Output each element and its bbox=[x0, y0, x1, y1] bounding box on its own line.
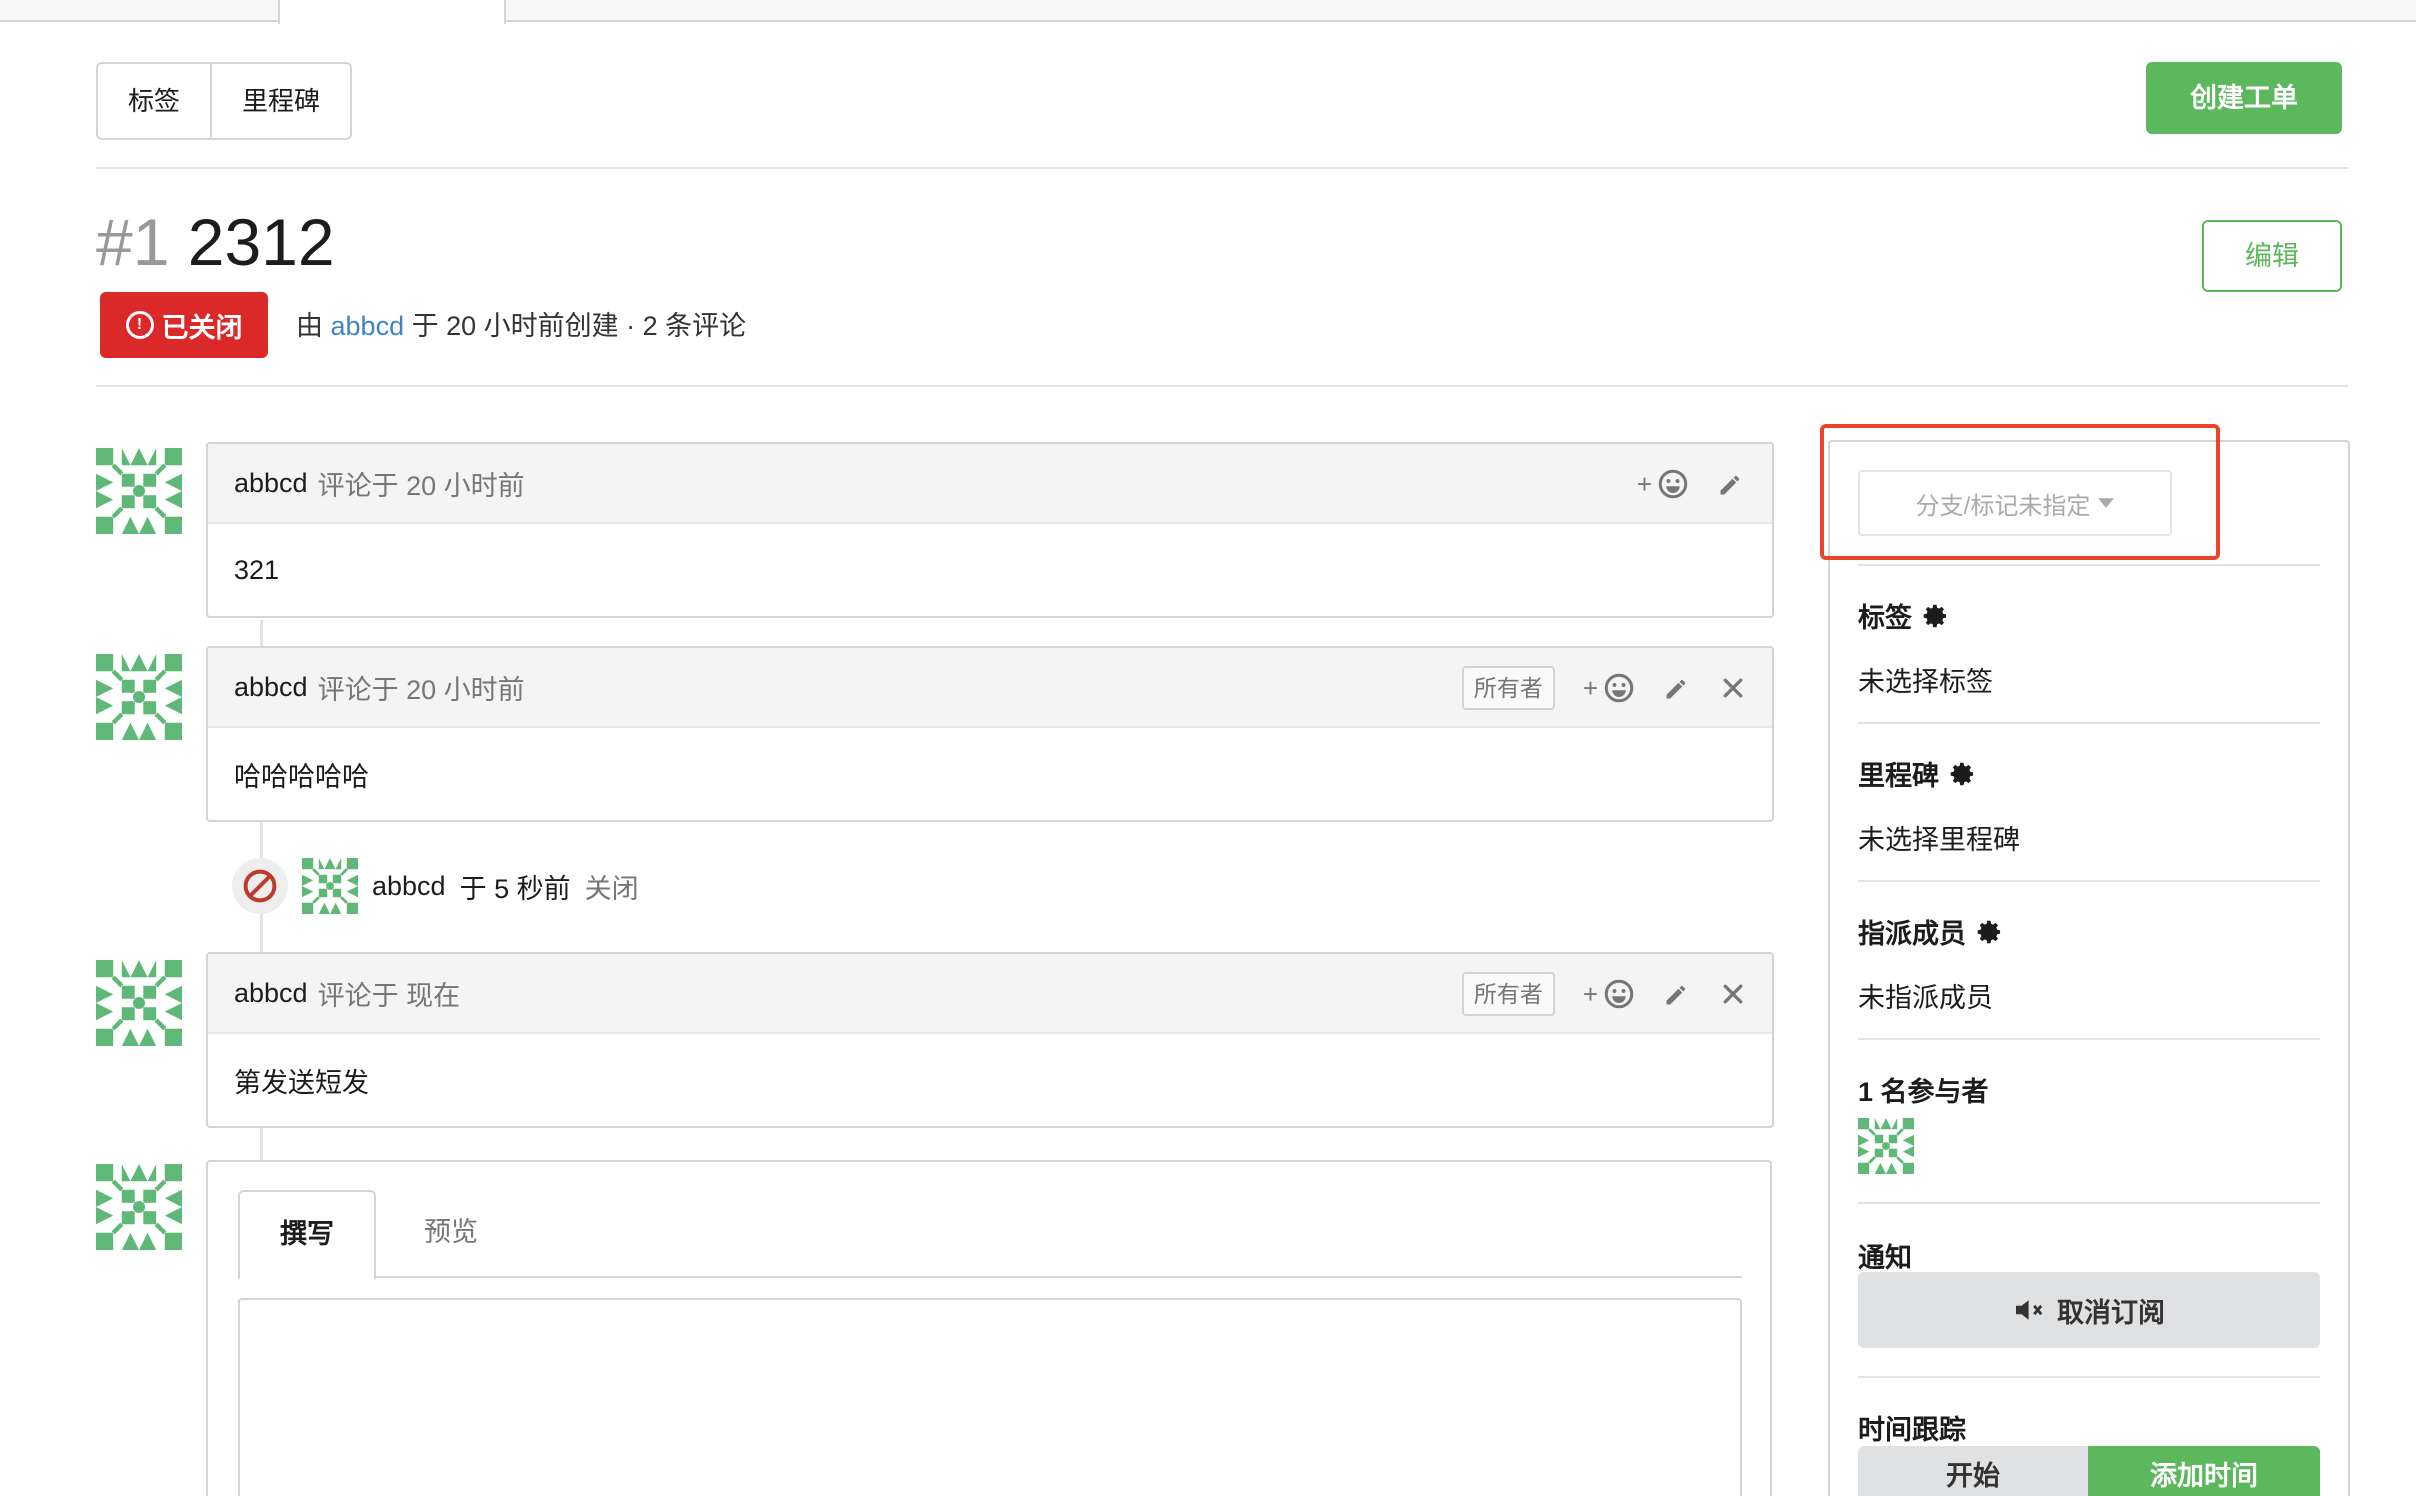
editor-tabs: 撰写 预览 bbox=[238, 1190, 1742, 1280]
tab-preview[interactable]: 预览 bbox=[384, 1190, 518, 1278]
assignees-value: 未指派成员 bbox=[1858, 983, 1993, 1013]
issue-title: #1 2312 bbox=[96, 200, 335, 284]
notify-title: 通知 bbox=[1858, 1243, 1912, 1273]
unsubscribe-button[interactable]: 取消订阅 bbox=[1858, 1272, 2320, 1348]
issue-title-text: 2312 bbox=[187, 205, 335, 279]
milestone-section-title[interactable]: 里程碑 bbox=[1858, 754, 1977, 793]
comment-author[interactable]: abbcd bbox=[234, 468, 308, 499]
divider bbox=[96, 385, 2348, 387]
participant-avatar[interactable] bbox=[1858, 1118, 1914, 1174]
comment-author[interactable]: abbcd bbox=[234, 978, 308, 1009]
meta-suffix: 于 20 小时前创建 · 2 条评论 bbox=[411, 311, 747, 341]
plus-icon: + bbox=[1582, 978, 1598, 1009]
milestone-value: 未选择里程碑 bbox=[1858, 825, 2020, 855]
avatar bbox=[96, 1164, 182, 1250]
labels-title-text: 标签 bbox=[1858, 603, 1912, 633]
author-link[interactable]: abbcd bbox=[331, 311, 405, 341]
divider bbox=[1858, 564, 2320, 566]
comment-editor: 撰写 预览 bbox=[206, 1160, 1772, 1496]
smiley-icon bbox=[1604, 673, 1634, 703]
comment-time: 评论于 20 小时前 bbox=[317, 470, 525, 501]
plus-icon: + bbox=[1636, 468, 1652, 499]
comment-header: abbcd 评论于 现在 所有者 + bbox=[208, 954, 1772, 1034]
milestone-title-text: 里程碑 bbox=[1858, 761, 1939, 791]
close-event: abbcd 于 5 秒前 关闭 bbox=[232, 856, 639, 916]
comment: abbcd 评论于 20 小时前 所有者 + 哈哈哈哈哈 bbox=[206, 646, 1774, 822]
add-time-button[interactable]: 添加时间 bbox=[2088, 1446, 2320, 1496]
labels-value: 未选择标签 bbox=[1858, 667, 1993, 697]
avatar[interactable] bbox=[96, 960, 182, 1046]
status-badge: ! 已关闭 bbox=[100, 292, 268, 358]
participants-title: 1 名参与者 bbox=[1858, 1077, 1989, 1107]
divider bbox=[1858, 722, 2320, 724]
divider bbox=[1858, 880, 2320, 882]
comment-author[interactable]: abbcd bbox=[234, 672, 308, 703]
comment: abbcd 评论于 现在 所有者 + 第发送短发 bbox=[206, 952, 1774, 1128]
comment-body: 321 bbox=[234, 554, 280, 585]
divider bbox=[96, 167, 2348, 169]
add-reaction-button[interactable]: + bbox=[1583, 979, 1634, 1010]
comment-textarea[interactable] bbox=[238, 1298, 1742, 1496]
comment-time: 评论于 20 小时前 bbox=[317, 674, 525, 705]
tab-write[interactable]: 撰写 bbox=[238, 1190, 376, 1280]
owner-badge: 所有者 bbox=[1461, 972, 1555, 1016]
meta-prefix: 由 bbox=[296, 311, 323, 341]
avatar[interactable] bbox=[96, 448, 182, 534]
status-label: 已关闭 bbox=[161, 312, 243, 343]
gear-icon[interactable] bbox=[1922, 602, 1950, 630]
owner-badge: 所有者 bbox=[1461, 666, 1555, 710]
comment-actions: 所有者 + bbox=[1461, 954, 1746, 1034]
top-tab-strip bbox=[0, 0, 2416, 24]
assignees-title-text: 指派成员 bbox=[1858, 919, 1966, 949]
gear-icon[interactable] bbox=[1976, 918, 2004, 946]
unsubscribe-label: 取消订阅 bbox=[2057, 1297, 2165, 1328]
close-icon[interactable] bbox=[1720, 675, 1746, 701]
mute-icon bbox=[2016, 1300, 2043, 1320]
divider bbox=[1858, 1376, 2320, 1378]
filter-button-group: 标签 里程碑 bbox=[96, 62, 353, 140]
pencil-icon[interactable] bbox=[1662, 979, 1692, 1009]
labels-section-title[interactable]: 标签 bbox=[1858, 596, 1950, 635]
comment-header: abbcd 评论于 20 小时前 所有者 + bbox=[208, 648, 1772, 728]
comment-header: abbcd 评论于 20 小时前 + bbox=[208, 444, 1772, 524]
plus-icon: + bbox=[1582, 672, 1598, 703]
divider bbox=[1858, 1038, 2320, 1040]
comment-actions: 所有者 + bbox=[1461, 648, 1746, 728]
time-tracking-title: 时间跟踪 bbox=[1858, 1415, 1966, 1445]
comment: abbcd 评论于 20 小时前 + 321 bbox=[206, 442, 1774, 618]
assignees-section-title[interactable]: 指派成员 bbox=[1858, 912, 2004, 951]
gear-icon[interactable] bbox=[1949, 760, 1977, 788]
event-action: 关闭 bbox=[584, 873, 639, 904]
avatar[interactable] bbox=[96, 654, 182, 740]
comment-time: 评论于 现在 bbox=[317, 980, 461, 1011]
comment-body: 哈哈哈哈哈 bbox=[234, 761, 369, 792]
close-icon[interactable] bbox=[1720, 981, 1746, 1007]
add-reaction-button[interactable]: + bbox=[1637, 469, 1688, 500]
avatar[interactable] bbox=[302, 858, 358, 914]
issue-number: #1 bbox=[96, 205, 170, 279]
comment-body: 第发送短发 bbox=[234, 1067, 369, 1098]
edit-button[interactable]: 编辑 bbox=[2202, 220, 2342, 292]
create-issue-button[interactable]: 创建工单 bbox=[2146, 62, 2342, 134]
start-timer-button[interactable]: 开始 bbox=[1858, 1446, 2088, 1496]
comment-actions: + bbox=[1637, 444, 1746, 524]
event-author[interactable]: abbcd bbox=[372, 871, 446, 902]
labels-button[interactable]: 标签 bbox=[98, 64, 210, 138]
milestones-button[interactable]: 里程碑 bbox=[210, 64, 350, 138]
add-reaction-button[interactable]: + bbox=[1583, 673, 1634, 704]
divider bbox=[1858, 1202, 2320, 1204]
closed-status-icon: ! bbox=[125, 311, 154, 339]
smiley-icon bbox=[1604, 979, 1634, 1009]
highlight-box bbox=[1820, 424, 2220, 560]
pencil-icon[interactable] bbox=[1662, 673, 1692, 703]
closed-event-icon bbox=[232, 858, 288, 914]
smiley-icon bbox=[1658, 469, 1688, 499]
pencil-icon[interactable] bbox=[1716, 469, 1746, 499]
issue-meta: 由 abbcd 于 20 小时前创建 · 2 条评论 bbox=[296, 306, 746, 346]
active-top-tab[interactable] bbox=[278, 0, 506, 24]
event-time: 于 5 秒前 bbox=[459, 873, 571, 904]
